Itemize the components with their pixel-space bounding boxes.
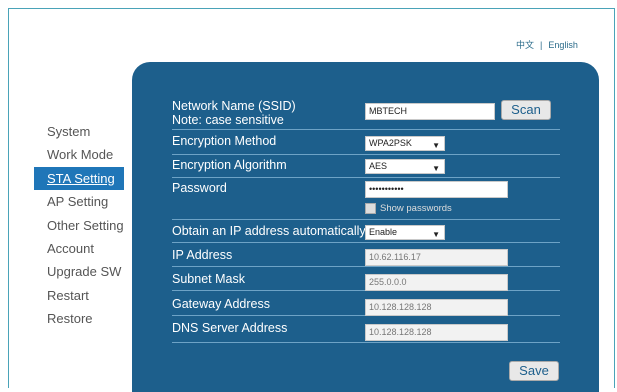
dhcp-label: Obtain an IP address automatically (172, 224, 366, 238)
dns-row: DNS Server Address 10.128.128.128 (172, 321, 560, 343)
sidebar-item-system[interactable]: System (47, 120, 137, 143)
caret-down-icon: ▼ (432, 164, 440, 173)
subnet-mask-label: Subnet Mask (172, 272, 245, 286)
encryption-method-value: WPA2PSK (369, 138, 412, 148)
checkbox-icon[interactable] (365, 203, 376, 214)
sidebar-item-upgrade-sw[interactable]: Upgrade SW (47, 260, 137, 283)
password-row: Password ••••••••••• Show passwords (172, 181, 560, 220)
language-switcher: 中文 | English (516, 38, 578, 51)
scan-button[interactable]: Scan (501, 100, 551, 120)
ssid-label: Network Name (SSID) Note: case sensitive (172, 99, 296, 127)
encryption-algorithm-row: Encryption Algorithm AES ▼ (172, 158, 560, 178)
encryption-method-select[interactable]: WPA2PSK ▼ (365, 136, 445, 151)
sidebar-item-account[interactable]: Account (47, 237, 137, 260)
ip-address-input[interactable]: 10.62.116.17 (365, 249, 508, 266)
ssid-note: Note: case sensitive (172, 113, 284, 127)
dhcp-row: Obtain an IP address automatically Enabl… (172, 224, 560, 243)
gateway-label: Gateway Address (172, 297, 270, 311)
ssid-input[interactable]: MBTECH (365, 103, 495, 120)
ssid-row: Network Name (SSID) Note: case sensitive… (172, 99, 560, 130)
sidebar-item-other-setting[interactable]: Other Setting (47, 214, 137, 237)
lang-separator: | (540, 39, 543, 50)
caret-down-icon: ▼ (432, 141, 440, 150)
show-passwords-label: Show passwords (380, 203, 452, 214)
sidebar-item-ap-setting[interactable]: AP Setting (47, 190, 137, 213)
caret-down-icon: ▼ (432, 230, 440, 239)
encryption-algorithm-label: Encryption Algorithm (172, 158, 287, 172)
password-label: Password (172, 181, 227, 195)
encryption-algorithm-select[interactable]: AES ▼ (365, 159, 445, 174)
sidebar-item-restore[interactable]: Restore (47, 307, 137, 330)
ip-address-label: IP Address (172, 248, 233, 262)
sidebar-item-restart[interactable]: Restart (47, 284, 137, 307)
encryption-method-label: Encryption Method (172, 134, 277, 148)
dhcp-select[interactable]: Enable ▼ (365, 225, 445, 240)
subnet-mask-row: Subnet Mask 255.0.0.0 (172, 272, 560, 291)
gateway-row: Gateway Address 10.128.128.128 (172, 297, 560, 316)
lang-chinese-link[interactable]: 中文 (516, 38, 534, 51)
sidebar-item-work-mode[interactable]: Work Mode (47, 143, 137, 166)
sta-settings-panel: Network Name (SSID) Note: case sensitive… (132, 62, 599, 392)
dns-input[interactable]: 10.128.128.128 (365, 324, 508, 341)
dhcp-value: Enable (369, 227, 398, 237)
lang-english-link[interactable]: English (548, 40, 578, 50)
subnet-mask-input[interactable]: 255.0.0.0 (365, 274, 508, 291)
save-button[interactable]: Save (509, 361, 559, 381)
ip-address-row: IP Address 10.62.116.17 (172, 248, 560, 267)
password-input[interactable]: ••••••••••• (365, 181, 508, 198)
show-passwords-toggle[interactable]: Show passwords (365, 203, 452, 214)
encryption-algorithm-value: AES (369, 161, 388, 171)
sidebar-nav: System Work Mode STA Setting AP Setting … (34, 120, 137, 331)
ssid-label-text: Network Name (SSID) (172, 99, 296, 113)
gateway-input[interactable]: 10.128.128.128 (365, 299, 508, 316)
dns-label: DNS Server Address (172, 321, 288, 335)
encryption-method-row: Encryption Method WPA2PSK ▼ (172, 134, 560, 155)
sidebar-item-sta-setting[interactable]: STA Setting (34, 166, 124, 191)
